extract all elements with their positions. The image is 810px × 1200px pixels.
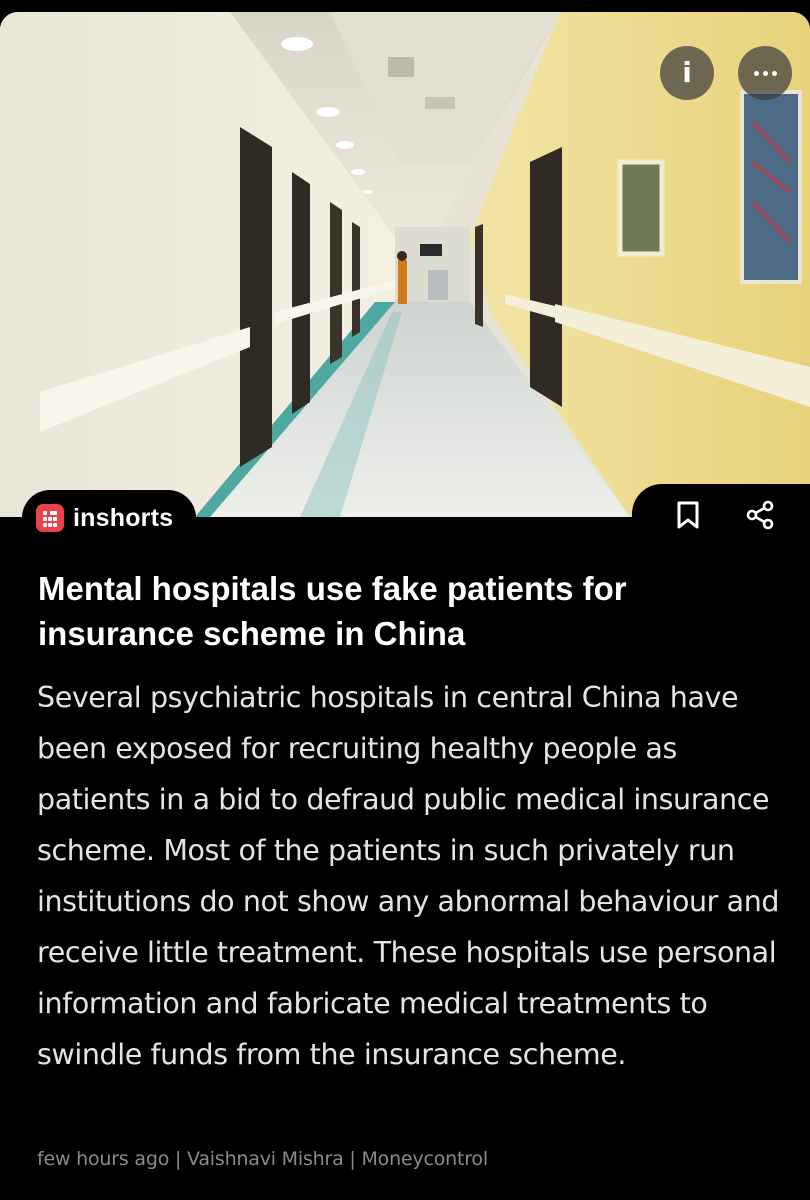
brand-name: inshorts: [73, 503, 174, 532]
more-options-button[interactable]: [738, 46, 792, 100]
bookmark-icon: [677, 501, 699, 529]
brand-badge: inshorts: [22, 490, 196, 546]
info-icon: i: [682, 56, 692, 89]
article-author: Vaishnavi Mishra: [187, 1148, 344, 1170]
article-headline: Mental hospitals use fake patients for i…: [38, 570, 627, 652]
more-dots-icon: [753, 70, 777, 76]
info-button[interactable]: i: [660, 46, 714, 100]
article-body: Several psychiatric hospitals in central…: [37, 681, 780, 1071]
article-time: few hours ago: [37, 1148, 170, 1170]
share-button[interactable]: [740, 495, 780, 535]
meta-separator: |: [169, 1148, 188, 1170]
article-source[interactable]: Moneycontrol: [361, 1148, 488, 1170]
meta-separator: |: [343, 1148, 362, 1170]
inshorts-logo-icon: [36, 504, 64, 532]
news-card: i inshorts Mental hospitals use fake pat…: [0, 0, 810, 1200]
share-icon: [746, 500, 774, 530]
article-actions: [632, 484, 810, 546]
article-image-hospital-corridor[interactable]: i: [0, 12, 810, 517]
article-meta: few hours ago | Vaishnavi Mishra | Money…: [37, 1148, 488, 1170]
bookmark-button[interactable]: [668, 495, 708, 535]
